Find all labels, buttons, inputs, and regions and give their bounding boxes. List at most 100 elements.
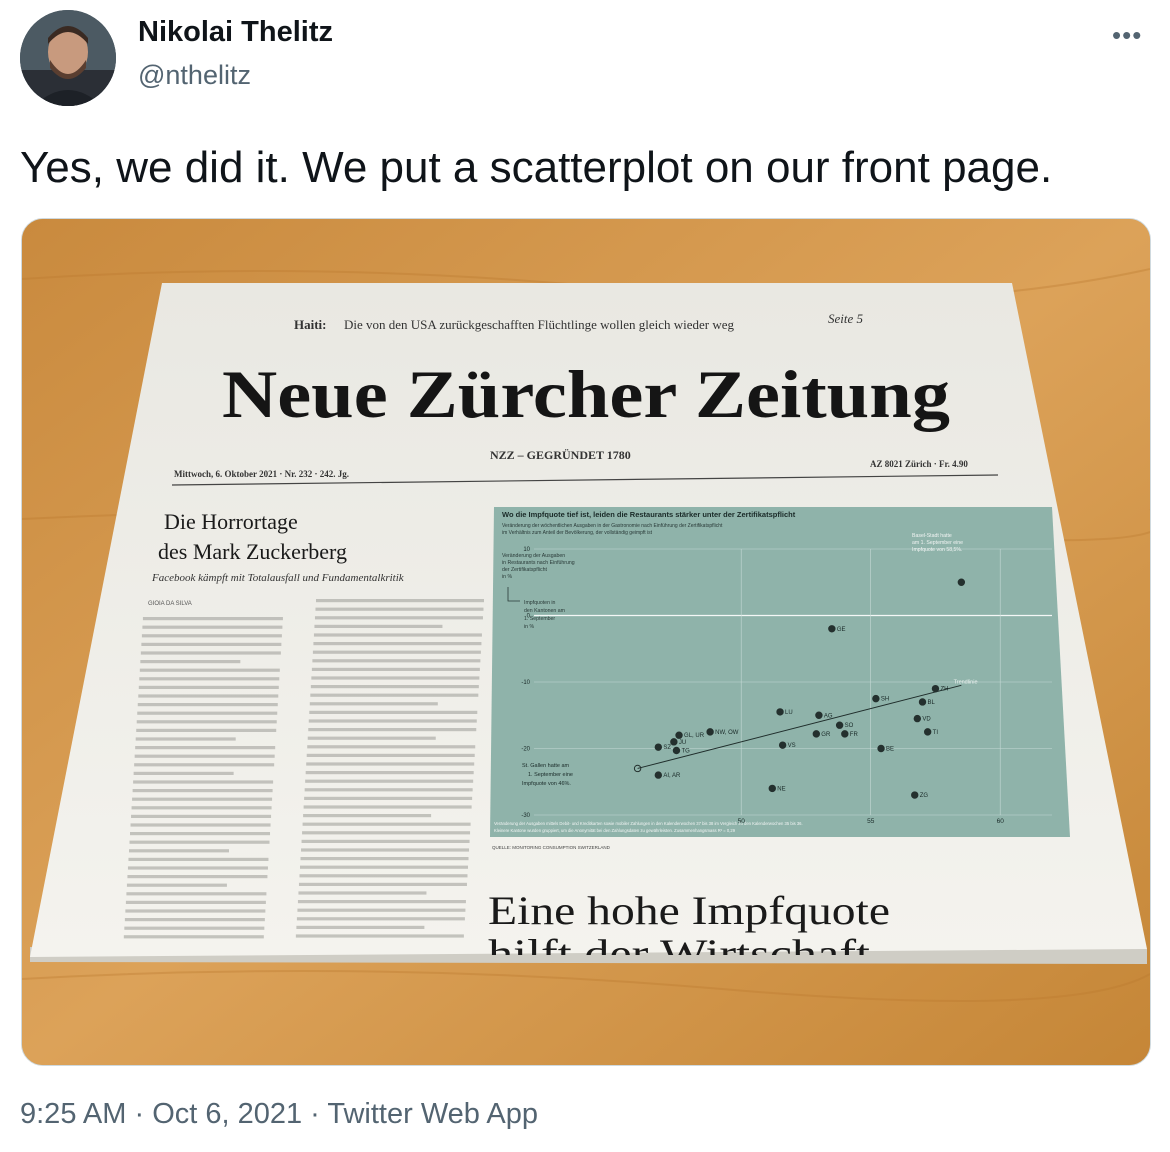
text-line xyxy=(295,934,464,938)
data-point xyxy=(776,708,784,716)
text-line xyxy=(313,633,482,637)
text-line xyxy=(133,780,274,784)
text-line xyxy=(311,676,480,680)
avatar[interactable] xyxy=(20,10,116,106)
data-point-label: ZH xyxy=(940,687,948,693)
data-point-label: AG xyxy=(824,713,833,719)
text-line xyxy=(141,634,282,638)
x-tick-label: 55 xyxy=(867,818,875,825)
text-line xyxy=(315,607,484,611)
annotation-sg-1: St. Gallen hatte am xyxy=(522,763,569,769)
text-line xyxy=(130,823,271,827)
text-line xyxy=(125,900,266,904)
y-tick-label: -10 xyxy=(521,680,530,686)
text-line xyxy=(307,745,476,749)
text-line xyxy=(302,822,471,826)
data-point-label: LU xyxy=(785,710,793,716)
chart-title: Wo die Impfquote tief ist, leiden die Re… xyxy=(502,510,796,519)
tweet-meta: 9:25 AM · Oct 6, 2021 · Twitter Web App xyxy=(20,1098,538,1131)
text-line xyxy=(142,617,283,621)
tweet-source[interactable]: Twitter Web App xyxy=(327,1098,538,1130)
text-line xyxy=(312,659,481,663)
data-point xyxy=(654,743,663,751)
text-line xyxy=(298,882,467,886)
chart-footnote-2: Kleinere Kantone wurden gruppiert, um di… xyxy=(494,828,736,833)
data-point-label: VS xyxy=(788,743,796,749)
annotation-sg-3: Impfquote von 46%. xyxy=(522,781,571,787)
text-line xyxy=(306,762,475,766)
text-line xyxy=(308,728,477,732)
text-line xyxy=(137,703,278,707)
text-line xyxy=(297,908,466,912)
text-line xyxy=(138,685,279,689)
tweet-photo[interactable]: Haiti: Die von den USA zurückgeschafften… xyxy=(21,218,1151,1066)
scatterplot-chart: Wo die Impfquote tief ist, leiden die Re… xyxy=(490,507,1070,850)
text-line xyxy=(127,866,268,870)
data-point xyxy=(675,731,683,739)
more-icon[interactable]: ••• xyxy=(1112,20,1142,51)
text-line xyxy=(141,642,282,646)
text-line xyxy=(135,737,236,741)
data-point xyxy=(778,741,787,749)
tweet-date[interactable]: Oct 6, 2021 xyxy=(152,1098,302,1130)
y-tick-label: -20 xyxy=(521,747,530,753)
text-line xyxy=(310,693,479,697)
text-line xyxy=(307,736,436,740)
data-point xyxy=(828,625,836,633)
article-subhead: Facebook kämpft mit Totalausfall und Fun… xyxy=(151,572,405,584)
data-point xyxy=(841,730,849,738)
data-point xyxy=(812,730,821,738)
text-line xyxy=(303,814,432,818)
data-point-label: SH xyxy=(881,697,889,703)
data-point xyxy=(877,744,885,753)
text-line xyxy=(126,883,227,887)
article-headline-line2: des Mark Zuckerberg xyxy=(158,539,347,564)
text-line xyxy=(138,694,279,698)
data-point xyxy=(918,698,927,706)
annotation-sg-2: 1. September eine xyxy=(528,772,573,778)
x-label-2: den Kantonen am xyxy=(524,608,565,614)
text-line xyxy=(139,677,280,681)
text-line xyxy=(128,849,229,853)
dateline-right: AZ 8021 Zürich · Fr. 4.90 xyxy=(870,459,968,469)
text-line xyxy=(123,935,264,939)
data-point-label: GL, UR xyxy=(684,733,705,739)
data-point xyxy=(835,721,844,729)
text-line xyxy=(131,814,272,818)
meta-separator: · xyxy=(302,1098,328,1130)
annotation-basel-2: am 1. September eine xyxy=(912,540,963,546)
text-line xyxy=(296,925,425,929)
text-line xyxy=(314,624,443,628)
text-line xyxy=(130,832,271,836)
text-line xyxy=(299,874,468,878)
tweet-time[interactable]: 9:25 AM xyxy=(20,1098,126,1130)
text-line xyxy=(301,839,470,843)
text-line xyxy=(304,788,473,792)
author-handle[interactable]: @nthelitz xyxy=(138,60,251,91)
text-line xyxy=(134,763,275,767)
text-line xyxy=(308,719,477,723)
article-headline-line1: Die Horrortage xyxy=(164,509,298,534)
text-line xyxy=(313,642,482,646)
text-line xyxy=(304,796,473,800)
data-point-label: GR xyxy=(821,732,831,738)
text-line xyxy=(129,840,270,844)
data-point xyxy=(931,684,940,693)
text-line xyxy=(132,797,273,801)
author-display-name[interactable]: Nikolai Thelitz xyxy=(138,16,333,49)
tweet-text: Yes, we did it. We put a scatterplot on … xyxy=(20,143,1053,192)
text-line xyxy=(301,848,470,852)
data-point-label: SZ xyxy=(663,745,671,751)
data-point xyxy=(670,738,678,746)
text-line xyxy=(140,651,281,655)
text-line xyxy=(311,667,480,671)
data-point-label: ZG xyxy=(920,793,929,799)
x-label-1: Impfquoten in xyxy=(524,600,556,606)
data-point-label: TG xyxy=(681,748,690,754)
text-line xyxy=(128,857,269,861)
text-line xyxy=(316,599,484,603)
y-label-4: in % xyxy=(502,574,512,580)
y-tick-label: 10 xyxy=(523,547,530,553)
data-point xyxy=(913,714,922,723)
text-line xyxy=(296,917,465,921)
